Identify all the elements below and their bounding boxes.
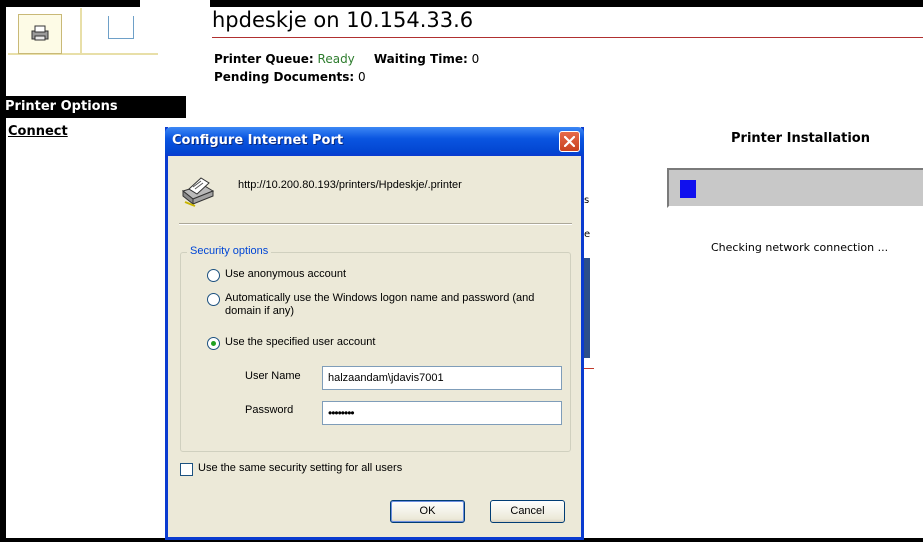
username-field[interactable]: halzaandam\jdavis7001	[322, 366, 562, 390]
pending-status-line: Pending Documents: 0	[214, 70, 366, 84]
background-divider-fragment	[584, 368, 594, 369]
printer-logo	[18, 14, 62, 54]
pending-label: Pending Documents:	[214, 70, 355, 84]
waiting-value: 0	[471, 52, 480, 66]
close-icon	[564, 136, 575, 147]
install-progress-bar	[667, 168, 923, 208]
radio-button[interactable]	[207, 269, 220, 282]
waiting-label: Waiting Time:	[373, 52, 468, 66]
radio-windows-label-line2: domain if any)	[225, 305, 295, 317]
radio-button[interactable]	[207, 293, 220, 306]
cancel-button[interactable]: Cancel	[490, 500, 565, 523]
password-label: Password	[245, 404, 294, 416]
install-progress-fill	[680, 180, 696, 198]
close-button[interactable]	[559, 131, 580, 152]
install-status-text: Checking network connection ...	[711, 241, 889, 254]
printer-installation-title: Printer Installation	[731, 131, 870, 146]
radio-windows-label-line1: Automatically use the Windows logon name…	[225, 292, 535, 304]
background-image-fragment	[584, 258, 590, 358]
printer-icon	[181, 177, 215, 207]
page-title: hpdeskje on 10.154.33.6	[212, 8, 474, 32]
queue-label: Printer Queue:	[214, 52, 314, 66]
window-top-border-gap	[140, 0, 210, 7]
queue-status-line: Printer Queue: Ready Waiting Time: 0	[214, 52, 479, 66]
dialog-separator	[179, 223, 572, 225]
checkbox[interactable]	[180, 463, 193, 476]
window-left-border	[0, 0, 6, 542]
title-divider	[212, 37, 923, 38]
same-security-setting-label: Use the same security setting for all us…	[198, 462, 403, 474]
header-decor-box	[108, 16, 134, 39]
printer-url: http://10.200.80.193/printers/Hpdeskje/.…	[238, 179, 462, 191]
dialog-title: Configure Internet Port	[172, 133, 344, 148]
printer-icon	[31, 25, 49, 41]
radio-button-selected[interactable]	[207, 337, 220, 350]
radio-anonymous-label: Use anonymous account	[225, 268, 347, 280]
window-top-border	[0, 0, 923, 7]
configure-internet-port-dialog: Configure Internet Port http://10.200.80…	[165, 127, 584, 540]
username-label: User Name	[245, 370, 301, 382]
header-decor-line	[80, 8, 82, 54]
queue-value: Ready	[317, 52, 355, 66]
ok-button[interactable]: OK	[390, 500, 465, 523]
printer-options-header: Printer Options	[0, 96, 186, 118]
pending-value: 0	[358, 70, 366, 84]
security-options-label: Security options	[187, 245, 272, 257]
background-text-fragment: s	[584, 195, 590, 206]
dialog-titlebar[interactable]: Configure Internet Port	[165, 127, 584, 156]
connect-link[interactable]: Connect	[8, 124, 68, 139]
background-text-fragment: e	[584, 229, 591, 240]
security-options-group: Security options Use anonymous account A…	[180, 245, 571, 452]
radio-specified-label: Use the specified user account	[225, 336, 376, 348]
password-field[interactable]: ••••••••	[322, 401, 562, 425]
